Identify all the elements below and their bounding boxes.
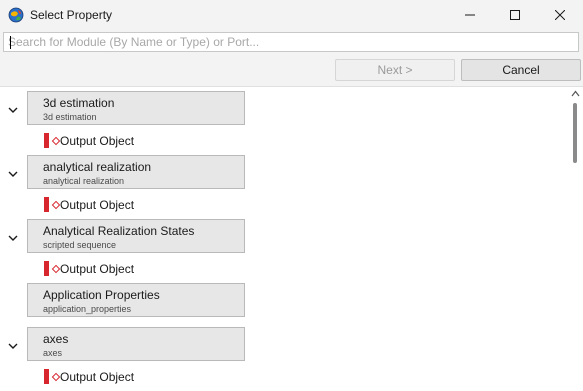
port-color-bar <box>44 133 49 148</box>
module-row: axes axes <box>0 327 560 365</box>
cancel-button[interactable]: Cancel <box>461 59 581 81</box>
port-diamond-icon <box>51 136 61 146</box>
close-button[interactable] <box>537 0 583 30</box>
port-row[interactable]: Output Object <box>0 369 400 385</box>
title-bar: Select Property <box>0 0 583 30</box>
next-button[interactable]: Next > <box>335 59 455 81</box>
maximize-icon <box>510 10 520 20</box>
port-diamond-icon <box>51 372 61 382</box>
search-field[interactable] <box>3 32 582 52</box>
minimize-button[interactable] <box>447 0 493 30</box>
module-name: 3d estimation <box>43 96 115 110</box>
search-input[interactable] <box>4 33 582 51</box>
module-name: Application Properties <box>43 288 160 302</box>
module-type: scripted sequence <box>43 240 117 250</box>
port-color-bar <box>44 197 49 212</box>
chevron-down-icon[interactable] <box>7 105 19 115</box>
scroll-thumb[interactable] <box>573 103 577 163</box>
module-row: Application Properties application_prope… <box>0 283 560 321</box>
module-type: application_properties <box>43 304 132 314</box>
close-icon <box>555 10 565 20</box>
module-node[interactable]: 3d estimation 3d estimation <box>27 91 245 125</box>
module-type: analytical realization <box>43 176 125 186</box>
port-color-bar <box>44 261 49 276</box>
port-diamond-icon <box>51 200 61 210</box>
module-type: axes <box>43 348 63 358</box>
module-type: 3d estimation <box>43 112 97 122</box>
module-row: 3d estimation 3d estimation <box>0 91 560 129</box>
module-list[interactable]: 3d estimation 3d estimation Output Objec… <box>0 86 583 391</box>
port-color-bar <box>44 369 49 384</box>
port-label: Output Object <box>60 134 135 148</box>
module-row: analytical realization analytical realiz… <box>0 155 560 193</box>
module-name: axes <box>43 332 69 346</box>
module-node[interactable]: axes axes <box>27 327 245 361</box>
port-label: Output Object <box>60 198 135 212</box>
port-row[interactable]: Output Object <box>0 197 400 213</box>
chevron-down-icon[interactable] <box>7 341 19 351</box>
port-label: Output Object <box>60 370 135 384</box>
globe-app-icon <box>8 7 24 23</box>
module-name: analytical realization <box>43 160 152 174</box>
module-name: Analytical Realization States <box>43 224 195 238</box>
port-row[interactable]: Output Object <box>0 133 400 149</box>
module-node[interactable]: Application Properties application_prope… <box>27 283 245 317</box>
port-label: Output Object <box>60 262 135 276</box>
chevron-down-icon[interactable] <box>7 233 19 243</box>
scroll-up-arrow-icon[interactable] <box>571 90 580 97</box>
chevron-down-icon[interactable] <box>7 169 19 179</box>
module-node[interactable]: analytical realization analytical realiz… <box>27 155 245 189</box>
maximize-button[interactable] <box>492 0 538 30</box>
vertical-scrollbar[interactable] <box>568 87 583 391</box>
port-diamond-icon <box>51 264 61 274</box>
window-title: Select Property <box>30 8 113 22</box>
module-node[interactable]: Analytical Realization States scripted s… <box>27 219 245 253</box>
module-row: Analytical Realization States scripted s… <box>0 219 560 257</box>
minimize-icon <box>465 14 475 16</box>
text-caret <box>10 36 11 49</box>
port-row[interactable]: Output Object <box>0 261 400 277</box>
